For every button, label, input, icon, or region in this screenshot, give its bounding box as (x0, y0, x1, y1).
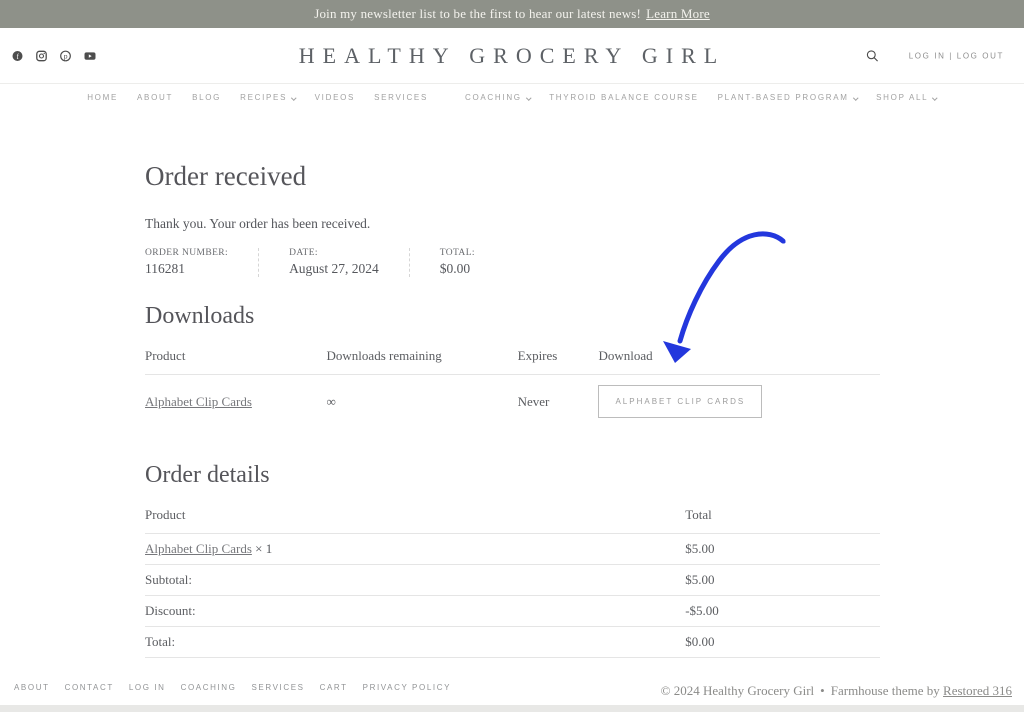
order-confirmation-message: Thank you. Your order has been received. (145, 216, 880, 232)
order-details-header-row: Product Total (145, 501, 880, 534)
footer-link-coaching[interactable]: COACHING (181, 683, 237, 692)
main-content: Order received Thank you. Your order has… (0, 111, 1024, 659)
site-footer: ABOUT CONTACT LOG IN COACHING SERVICES C… (0, 659, 1024, 705)
order-number-item: ORDER NUMBER: 116281 (145, 248, 259, 277)
banner-text: Join my newsletter list to be the first … (314, 6, 641, 21)
order-total-value: $0.00 (440, 261, 475, 277)
order-total-item: TOTAL: $0.00 (440, 248, 505, 277)
total-value: $0.00 (685, 627, 880, 658)
line-item-quantity: × 1 (255, 541, 272, 556)
line-item-row: Alphabet Clip Cards × 1 $5.00 (145, 534, 880, 565)
total-row: Total: $0.00 (145, 627, 880, 658)
nav-item-blog[interactable]: BLOG (192, 93, 221, 102)
order-details-title: Order details (145, 462, 880, 489)
downloads-title: Downloads (145, 303, 880, 330)
expires-value: Never (518, 375, 599, 429)
nav-item-thyroid-balance-course[interactable]: THYROID BALANCE COURSE (549, 93, 698, 102)
order-total-label: TOTAL: (440, 248, 475, 258)
discount-value: -$5.00 (685, 596, 880, 627)
col-product: Product (145, 501, 685, 534)
order-number-label: ORDER NUMBER: (145, 248, 228, 258)
line-item-product-link[interactable]: Alphabet Clip Cards (145, 541, 252, 556)
order-meta: ORDER NUMBER: 116281 DATE: August 27, 20… (145, 248, 880, 277)
chevron-down-icon (291, 95, 296, 100)
nav-item-label: PLANT-BASED PROGRAM (718, 93, 849, 102)
footer-link-contact[interactable]: CONTACT (65, 683, 114, 692)
nav-item-plant-based-program[interactable]: PLANT-BASED PROGRAM (718, 93, 858, 102)
chevron-down-icon (853, 95, 858, 100)
download-button[interactable]: ALPHABET CLIP CARDS (598, 385, 762, 418)
col-total: Total (685, 501, 880, 534)
col-download: Download (598, 342, 880, 375)
chevron-down-icon (526, 95, 531, 100)
search-icon[interactable] (866, 49, 879, 62)
order-date-value: August 27, 2024 (289, 261, 379, 277)
footer-nav: ABOUT CONTACT LOG IN COACHING SERVICES C… (14, 683, 451, 692)
nav-item-videos[interactable]: VIDEOS (315, 93, 355, 102)
bottom-edge-strip (0, 705, 1024, 712)
nav-item-home[interactable]: HOME (87, 93, 118, 102)
nav-item-coaching[interactable]: COACHING (465, 93, 530, 102)
subtotal-value: $5.00 (685, 565, 880, 596)
nav-item-services[interactable]: SERVICES (374, 93, 428, 102)
page-title: Order received (145, 111, 880, 192)
theme-credit-link[interactable]: Restored 316 (943, 683, 1012, 698)
subtotal-label: Subtotal: (145, 565, 685, 596)
col-downloads-remaining: Downloads remaining (327, 342, 518, 375)
downloads-table: Product Downloads remaining Expires Down… (145, 342, 880, 428)
download-product-link[interactable]: Alphabet Clip Cards (145, 394, 252, 409)
order-details-table: Product Total Alphabet Clip Cards × 1 $5… (145, 501, 880, 658)
discount-row: Discount: -$5.00 (145, 596, 880, 627)
banner-learn-more-link[interactable]: Learn More (646, 6, 710, 21)
downloads-header-row: Product Downloads remaining Expires Down… (145, 342, 880, 375)
nav-item-label: RECIPES (240, 93, 287, 102)
nav-item-label: COACHING (465, 93, 522, 102)
footer-link-about[interactable]: ABOUT (14, 683, 50, 692)
order-date-item: DATE: August 27, 2024 (289, 248, 410, 277)
primary-nav: HOME ABOUT BLOG RECIPES VIDEOS SERVICES … (0, 84, 1024, 111)
order-number-value: 116281 (145, 261, 228, 277)
total-label: Total: (145, 627, 685, 658)
copyright-separator: • (820, 683, 825, 698)
download-row: Alphabet Clip Cards ∞ Never ALPHABET CLI… (145, 375, 880, 429)
footer-link-log-in[interactable]: LOG IN (129, 683, 166, 692)
copyright-notice: © 2024 Healthy Grocery Girl • Farmhouse th… (661, 683, 1012, 699)
theme-credit-text: Farmhouse theme by (831, 683, 940, 698)
col-expires: Expires (518, 342, 599, 375)
footer-link-services[interactable]: SERVICES (251, 683, 304, 692)
col-product: Product (145, 342, 327, 375)
account-links[interactable]: LOG IN | LOG OUT (909, 51, 1004, 60)
order-date-label: DATE: (289, 248, 379, 258)
line-item-total: $5.00 (685, 534, 880, 565)
footer-link-cart[interactable]: CART (320, 683, 348, 692)
discount-label: Discount: (145, 596, 685, 627)
footer-link-privacy-policy[interactable]: PRIVACY POLICY (363, 683, 451, 692)
copyright-text: © 2024 Healthy Grocery Girl (661, 683, 815, 698)
downloads-remaining-value: ∞ (327, 375, 518, 429)
nav-item-label: SHOP ALL (876, 93, 928, 102)
nav-item-about[interactable]: ABOUT (137, 93, 173, 102)
subtotal-row: Subtotal: $5.00 (145, 565, 880, 596)
chevron-down-icon (933, 95, 938, 100)
nav-item-recipes[interactable]: RECIPES (240, 93, 296, 102)
header-utilities: LOG IN | LOG OUT (866, 49, 1004, 62)
newsletter-banner: Join my newsletter list to be the first … (0, 0, 1024, 28)
site-header: f p HEALTHY GROCERY GIRL LOG IN | LOG OU… (0, 28, 1024, 84)
nav-item-shop-all[interactable]: SHOP ALL (876, 93, 937, 102)
